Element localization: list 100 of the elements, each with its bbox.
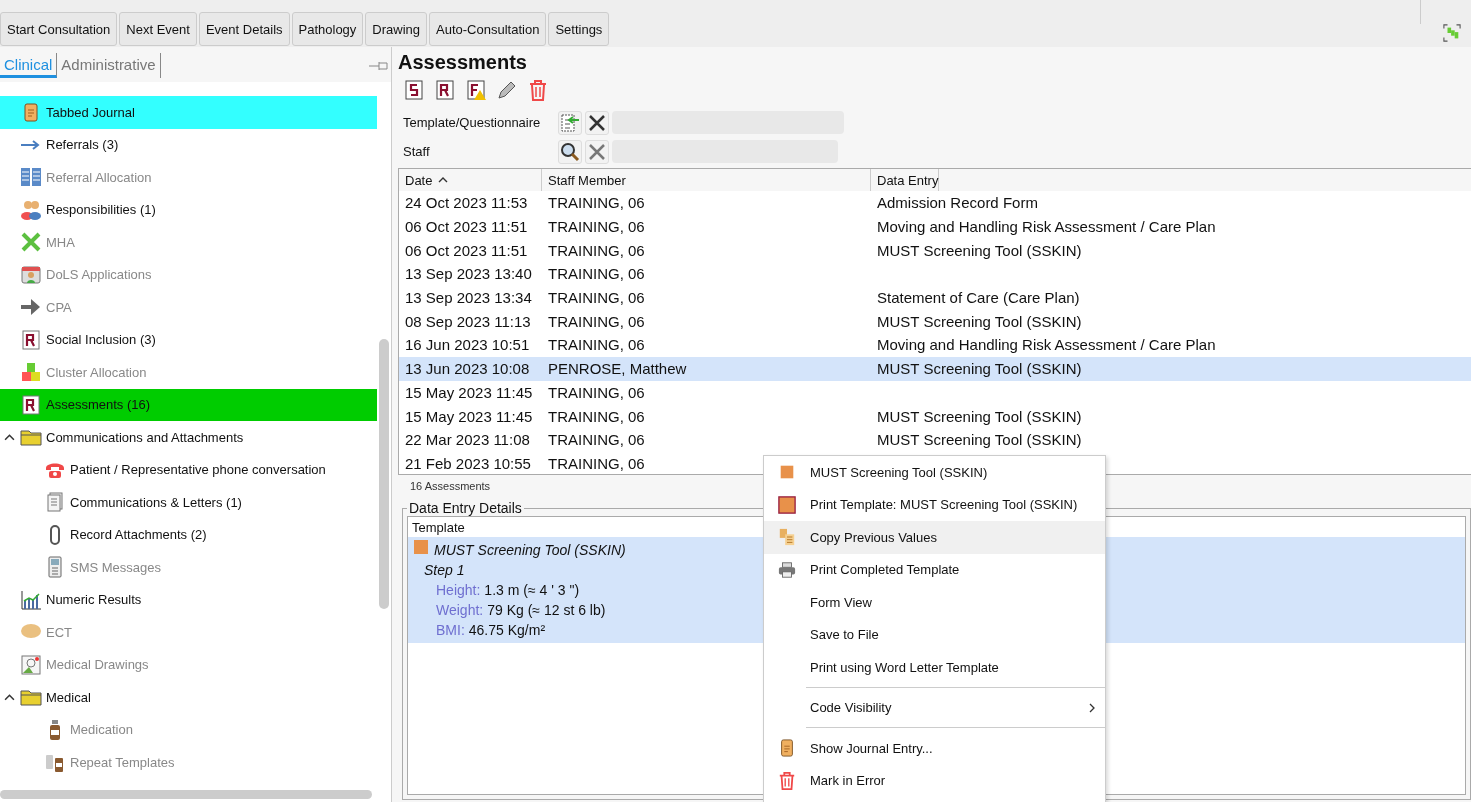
menu-item[interactable]: Mark in Error	[764, 764, 1105, 797]
menu-item[interactable]: MUST Screening Tool (SSKIN)	[764, 456, 1105, 489]
table-cell[interactable]: 21 Feb 2023 10:55	[399, 454, 542, 472]
table-cell[interactable]: 22 Mar 2023 11:08	[399, 431, 542, 449]
column-header[interactable]: Date	[399, 169, 542, 191]
sidebar-item[interactable]: Social Inclusion (3)	[0, 323, 377, 356]
sort-ascending-icon	[438, 177, 449, 183]
table-cell[interactable]: TRAINING, 06	[542, 336, 871, 354]
menu-item[interactable]: Code Visibility	[764, 691, 1105, 724]
copy-icon	[778, 528, 796, 547]
column-header[interactable]: Data Entry	[871, 169, 940, 191]
document-icon	[44, 491, 66, 514]
sidebar-item[interactable]: Communications and Attachments	[0, 421, 377, 454]
table-cell[interactable]: 13 Jun 2023 10:08	[399, 356, 542, 381]
table-cell[interactable]: 06 Oct 2023 11:51	[399, 241, 542, 259]
table-cell[interactable]: TRAINING, 06	[542, 312, 871, 330]
scrollbar-thumb[interactable]	[379, 339, 389, 609]
menu-item[interactable]: Print using Word Letter Template	[764, 651, 1105, 684]
group-title: Data Entry Details	[408, 500, 523, 516]
menu-item[interactable]: Show Journal Entry...	[764, 732, 1105, 765]
field-value: 79 Kg (≈ 12 st 6 lb)	[487, 601, 606, 620]
table-cell[interactable]: MUST Screening Tool (SSKIN)	[871, 407, 1082, 425]
sidebar-item[interactable]: Assessments (16)	[0, 388, 377, 421]
columns-icon	[20, 166, 42, 189]
field-label: Height:	[436, 581, 481, 600]
people-icon	[20, 198, 42, 221]
clear-icon[interactable]	[585, 110, 609, 135]
form-icon	[20, 328, 42, 351]
toolbar-button[interactable]: Settings	[548, 12, 610, 46]
table-cell[interactable]: TRAINING, 06	[542, 431, 871, 449]
table-cell[interactable]: TRAINING, 06	[542, 289, 871, 307]
page-title: Assessments	[398, 50, 528, 75]
sidebar-item[interactable]: Numeric Results	[0, 583, 377, 616]
table-cell[interactable]: 13 Sep 2023 13:34	[399, 289, 542, 307]
column-header[interactable]: Staff Member	[542, 169, 871, 191]
trash-icon[interactable]	[527, 79, 549, 101]
table-cell[interactable]: 06 Oct 2023 11:51	[399, 218, 542, 236]
caret-icon[interactable]	[4, 433, 15, 441]
trash-icon	[778, 771, 796, 790]
table-cell[interactable]: TRAINING, 06	[542, 383, 871, 401]
field-label: BMI:	[436, 621, 465, 640]
toolbar-button[interactable]: Auto-Consultation	[429, 12, 547, 46]
table-cell[interactable]: Statement of Care (Care Plan)	[871, 289, 1080, 307]
table-cell[interactable]: MUST Screening Tool (SSKIN)	[871, 356, 1471, 381]
blocks-icon	[20, 361, 42, 384]
pin-icon[interactable]	[369, 60, 389, 71]
table-cell[interactable]: TRAINING, 06	[542, 241, 871, 259]
menu-item[interactable]: Form View	[764, 586, 1105, 619]
table-cell[interactable]: Moving and Handling Risk Assessment / Care Plan	[871, 218, 1216, 236]
table-cell[interactable]: MUST Screening Tool (SSKIN)	[871, 312, 1082, 330]
cross-icon	[20, 231, 42, 254]
document-icon[interactable]	[403, 79, 425, 101]
scrollbar-thumb[interactable]	[0, 790, 372, 799]
table-cell[interactable]: TRAINING, 06	[542, 265, 871, 283]
sidebar-item[interactable]: Tabbed Journal	[0, 96, 377, 129]
toolbar-button[interactable]: Pathology	[291, 12, 364, 46]
caret-icon[interactable]	[4, 693, 15, 701]
expand-icon[interactable]	[1443, 24, 1461, 42]
sidebar-item[interactable]: Communications & Letters (1)	[0, 486, 377, 519]
table-cell[interactable]: TRAINING, 06	[542, 407, 871, 425]
menu-item[interactable]: Copy Previous Values	[764, 521, 1105, 554]
sidebar-item[interactable]: Responsibilities (1)	[0, 193, 377, 226]
sidebar-item[interactable]: Medical	[0, 681, 377, 714]
table-cell[interactable]: MUST Screening Tool (SSKIN)	[871, 241, 1082, 259]
table-cell[interactable]: Moving and Handling Risk Assessment / Care Plan	[871, 336, 1216, 354]
sidebar-tab[interactable]: Administrative	[57, 53, 161, 78]
sidebar-item[interactable]: Referrals (3)	[0, 128, 377, 161]
table-cell[interactable]: TRAINING, 06	[542, 218, 871, 236]
table-cell[interactable]: TRAINING, 06	[542, 194, 871, 212]
sidebar-item[interactable]: Patient / Representative phone conversation	[0, 453, 377, 486]
toolbar-button[interactable]: Event Details	[198, 12, 290, 46]
toolbar-button[interactable]: Start Consultation	[0, 12, 118, 46]
person-frame-icon	[20, 263, 42, 286]
form-icon[interactable]	[434, 79, 456, 101]
table-cell[interactable]: PENROSE, Matthew	[542, 356, 871, 381]
bar-chart-icon	[20, 588, 42, 611]
menu-item[interactable]: Save to File	[764, 618, 1105, 651]
toolbar-button[interactable]: Drawing	[365, 12, 428, 46]
template-name: MUST Screening Tool (SSKIN)	[434, 541, 626, 560]
search-icon[interactable]	[558, 139, 582, 164]
table-cell[interactable]: 13 Sep 2023 13:40	[399, 265, 542, 283]
warning-document-icon[interactable]	[465, 79, 487, 101]
table-cell[interactable]: 15 May 2023 11:45	[399, 383, 542, 401]
picture-icon	[20, 653, 42, 676]
pencil-icon[interactable]	[496, 79, 518, 101]
framed-square-icon	[778, 495, 796, 514]
table-cell[interactable]: 15 May 2023 11:45	[399, 407, 542, 425]
menu-item[interactable]: Print Template: MUST Screening Tool (SSKIN)	[764, 488, 1105, 521]
filter-label: Template/Questionnaire	[403, 115, 542, 130]
field-value: 46.75 Kg/m²	[468, 621, 546, 640]
record-count: 16 Assessments	[409, 479, 492, 494]
table-cell[interactable]: 08 Sep 2023 11:13	[399, 312, 542, 330]
printer-icon	[778, 560, 796, 579]
table-cell[interactable]: Admission Record Form	[871, 194, 1038, 212]
table-cell[interactable]: 24 Oct 2023 11:53	[399, 194, 542, 212]
toolbar-button[interactable]: Next Event	[119, 12, 197, 46]
sidebar-item[interactable]: Record Attachments (2)	[0, 518, 377, 551]
menu-item[interactable]: Print Completed Template	[764, 553, 1105, 586]
table-cell[interactable]: 16 Jun 2023 10:51	[399, 336, 542, 354]
table-cell[interactable]: MUST Screening Tool (SSKIN)	[871, 431, 1082, 449]
